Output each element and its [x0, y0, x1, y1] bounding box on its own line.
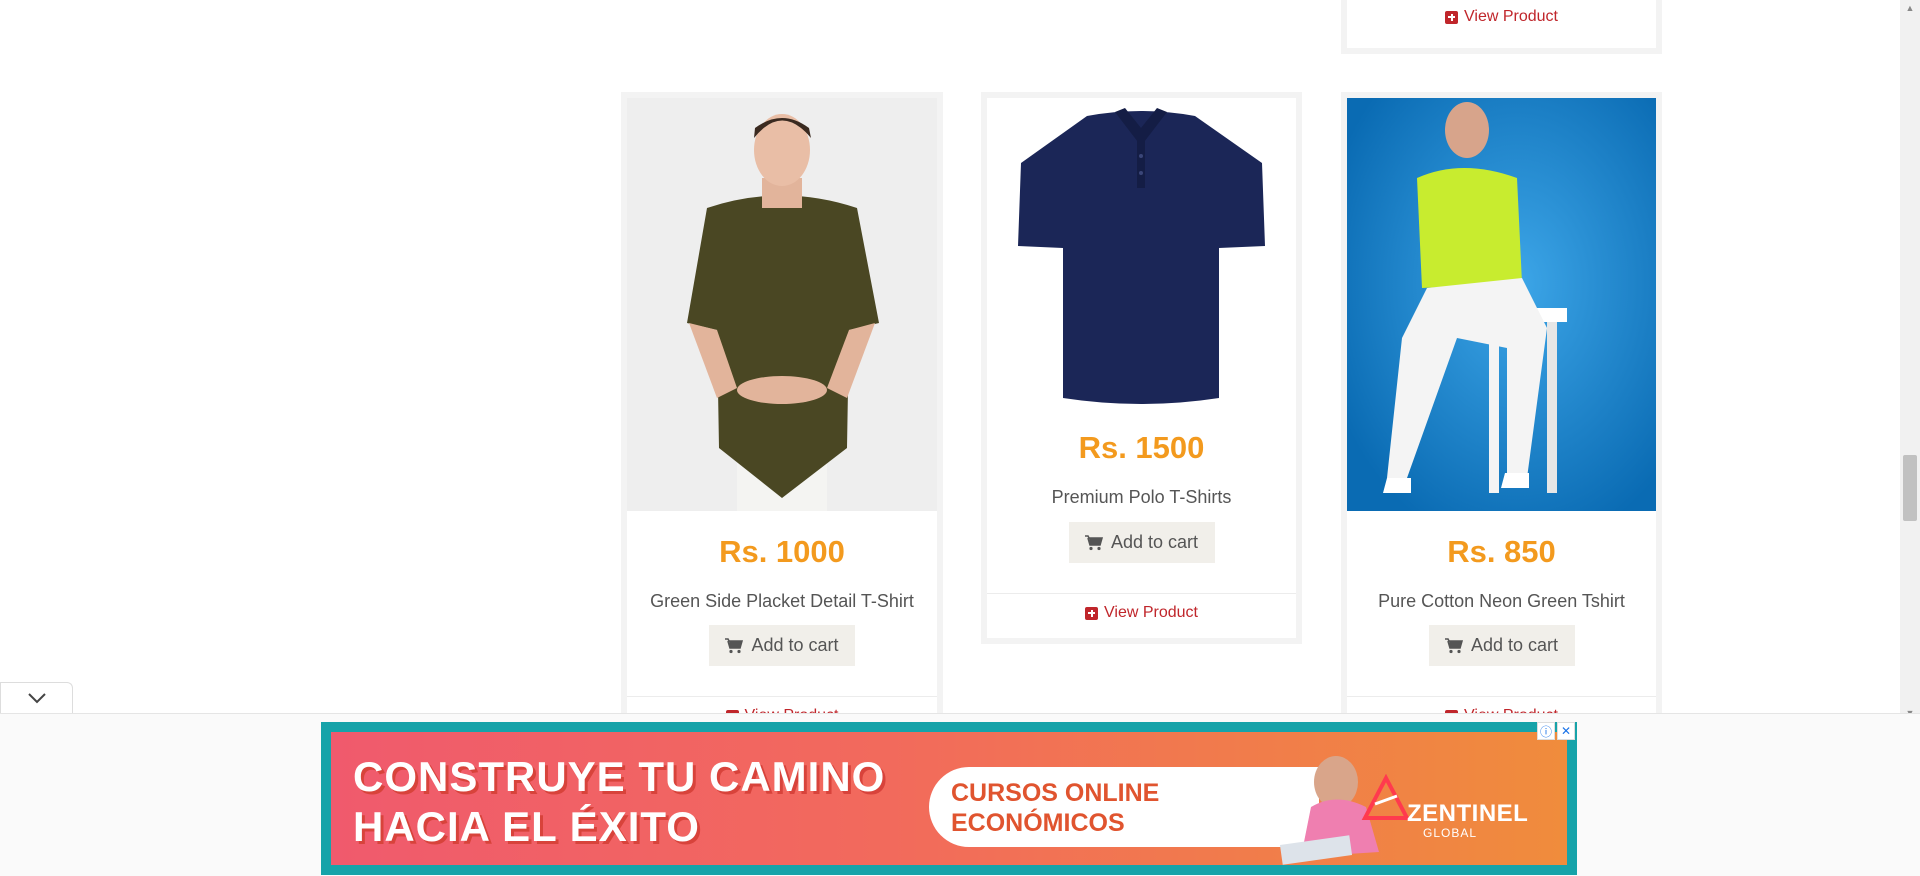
ad-controls: ⓘ ✕	[1537, 722, 1575, 740]
cart-icon	[1084, 534, 1103, 550]
scrollbar-thumb[interactable]	[1903, 455, 1917, 521]
ad-subtitle-line-2: ECONÓMICOS	[951, 809, 1125, 837]
add-to-cart-button[interactable]: Add to cart	[1068, 522, 1215, 563]
plus-square-icon	[1085, 606, 1098, 620]
plus-square-icon	[1445, 10, 1458, 24]
product-card: Rs. 1500 Premium Polo T-Shirts Add to ca…	[981, 92, 1302, 644]
product-image[interactable]	[627, 98, 937, 511]
chevron-down-icon	[27, 693, 46, 704]
navy-polo-shirt-photo	[987, 98, 1296, 408]
product-name[interactable]: Premium Polo T-Shirts	[987, 487, 1296, 508]
cart-icon	[1444, 637, 1463, 653]
card-divider	[987, 593, 1296, 594]
product-card: Rs. 1000 Green Side Placket Detail T-Shi…	[621, 92, 943, 732]
view-product-link[interactable]: View Product	[1347, 8, 1656, 26]
product-price: Rs. 850	[1447, 534, 1556, 569]
model-olive-shirt-photo	[627, 98, 937, 511]
add-to-cart-label: Add to cart	[1470, 635, 1559, 655]
ad-brand-name: ZENTINEL	[1407, 800, 1529, 827]
ad-banner[interactable]: CONSTRUYE TU CAMINO HACIA EL ÉXITO CURSO…	[321, 722, 1577, 875]
ad-subtitle-line-1: CURSOS ONLINE	[951, 779, 1160, 807]
card-divider	[627, 696, 937, 697]
zentinel-logo-icon	[1361, 774, 1411, 820]
ad-creative[interactable]: CONSTRUYE TU CAMINO HACIA EL ÉXITO CURSO…	[331, 732, 1567, 865]
ad-collapse-toggle[interactable]	[0, 682, 73, 713]
ad-close-icon[interactable]: ✕	[1557, 722, 1575, 740]
product-price: Rs. 1000	[719, 534, 845, 569]
scroll-up-arrow-icon[interactable]: ▲	[1900, 0, 1920, 17]
product-price: Rs. 1500	[1078, 430, 1205, 465]
ad-headline-line-2: HACIA EL ÉXITO	[353, 803, 700, 850]
product-name[interactable]: Pure Cotton Neon Green Tshirt	[1347, 591, 1656, 612]
page-scrollbar[interactable]: ▲ ▼	[1900, 0, 1920, 722]
cart-icon	[725, 637, 744, 653]
add-to-cart-button[interactable]: Add to cart	[709, 625, 855, 666]
product-image[interactable]	[987, 98, 1296, 408]
add-to-cart-button[interactable]: Add to cart	[1428, 625, 1575, 666]
product-name[interactable]: Green Side Placket Detail T-Shirt	[627, 591, 937, 612]
ad-headline: CONSTRUYE TU CAMINO HACIA EL ÉXITO	[353, 752, 885, 852]
view-product-link[interactable]: View Product	[987, 604, 1296, 622]
add-to-cart-label: Add to cart	[1110, 532, 1199, 552]
product-image[interactable]	[1347, 98, 1656, 511]
model-neon-green-tshirt-photo	[1347, 98, 1656, 511]
card-divider	[1347, 696, 1656, 697]
ad-headline-line-1: CONSTRUYE TU CAMINO	[353, 753, 886, 800]
product-card-top-partial: View Product	[1341, 0, 1662, 54]
ad-info-icon[interactable]: ⓘ	[1537, 722, 1555, 740]
ad-brand-subtitle: GLOBAL	[1423, 826, 1478, 840]
product-card: Rs. 850 Pure Cotton Neon Green Tshirt Ad…	[1341, 92, 1662, 732]
view-product-label: View Product	[1464, 8, 1558, 25]
view-product-label: View Product	[1104, 604, 1198, 621]
ad-subtitle: CURSOS ONLINE ECONÓMICOS	[951, 778, 1159, 838]
add-to-cart-label: Add to cart	[751, 635, 839, 655]
